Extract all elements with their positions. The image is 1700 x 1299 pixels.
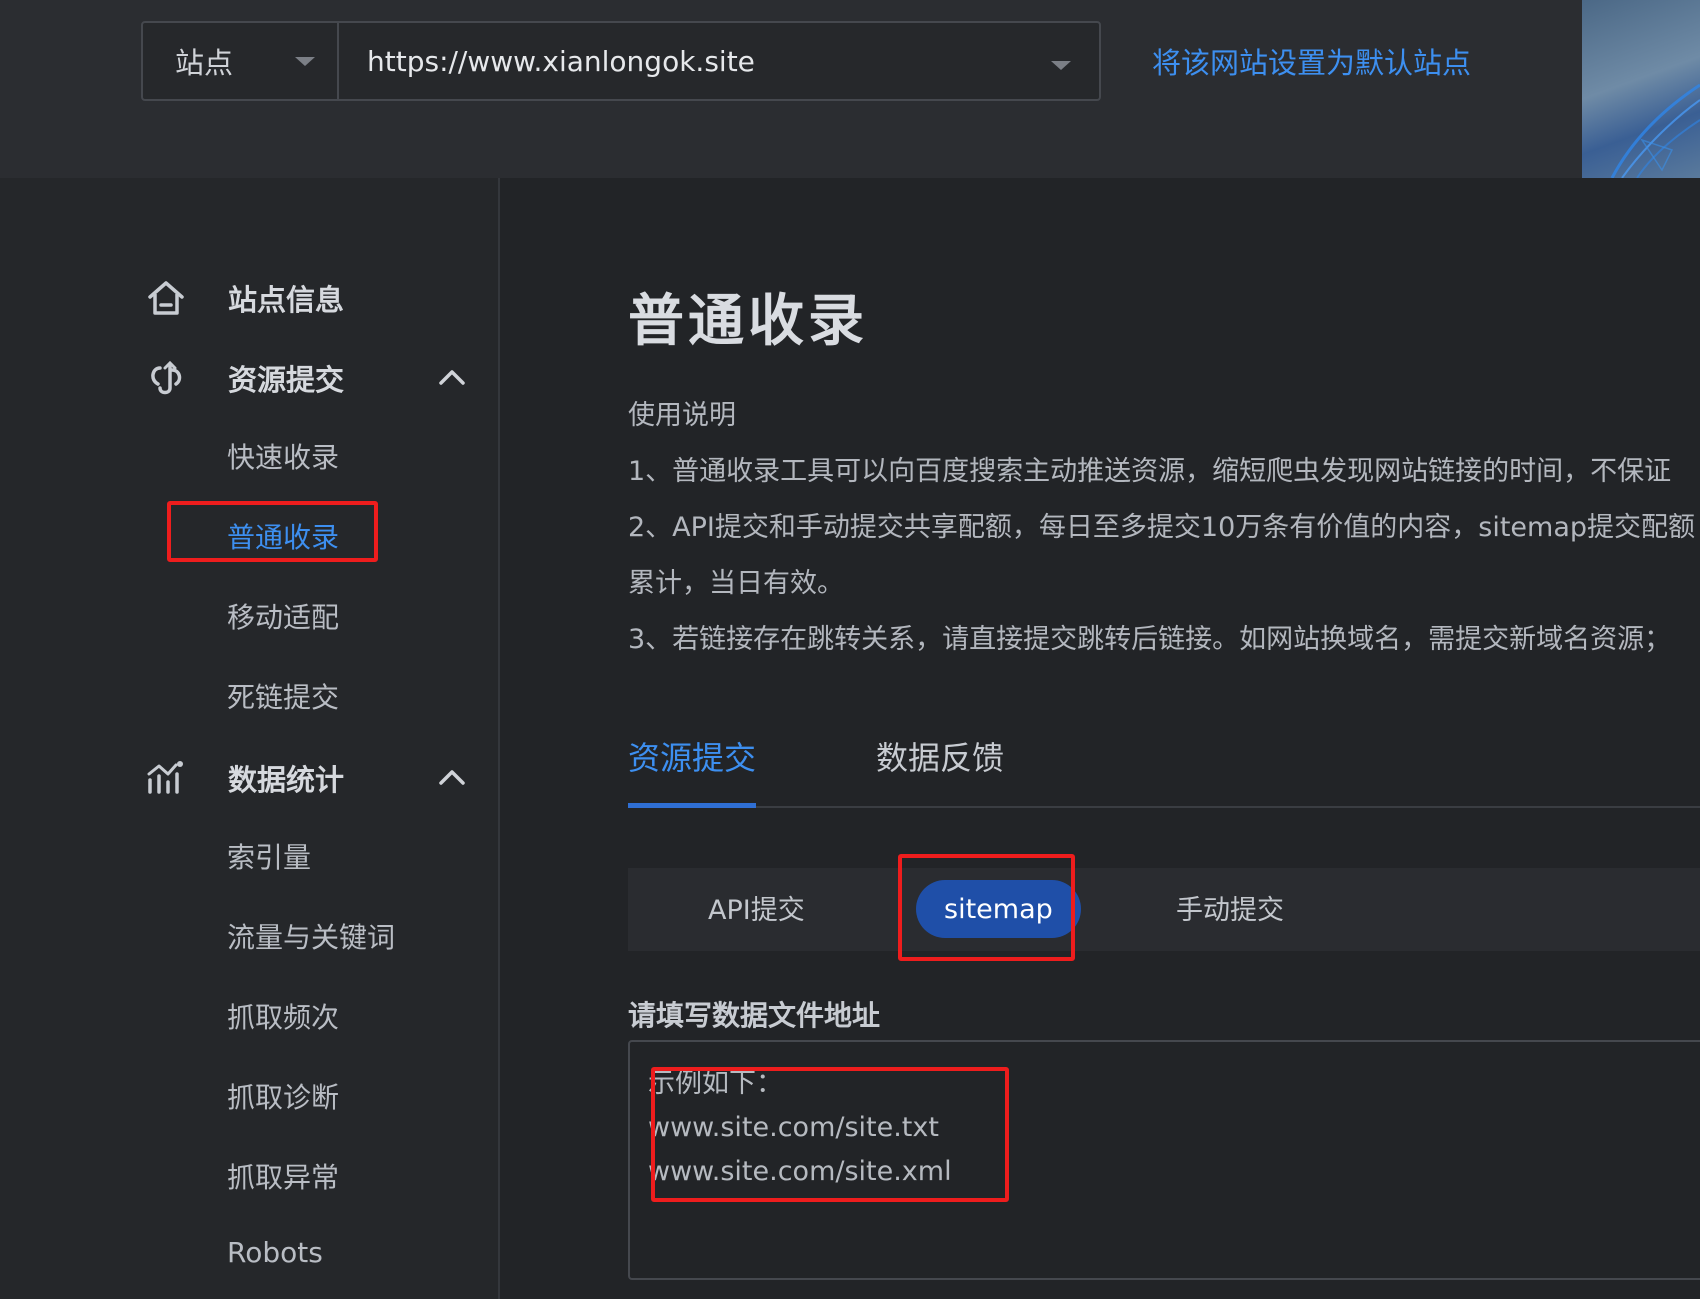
header-decorative-image [1582, 0, 1700, 178]
sidebar-group-resource-submit[interactable]: 资源提交 [146, 353, 466, 403]
data-file-url-textarea[interactable]: 示例如下： www.site.com/site.txt www.site.com… [628, 1040, 1700, 1280]
sidebar-group-label: 数据统计 [228, 763, 345, 797]
sidebar-group-label: 资源提交 [228, 363, 345, 397]
chart-icon [147, 761, 183, 794]
usage-line: 2、API提交和手动提交共享配额，每日至多提交10万条有价值的内容，sitema… [628, 512, 1695, 543]
usage-line: 1、普通收录工具可以向百度搜索主动推送资源，缩短爬虫发现网站链接的时间，不保证 [628, 456, 1672, 487]
sidebar-item-crawl-frequency[interactable]: 抓取频次 [227, 996, 339, 1036]
tab-data-feedback[interactable]: 数据反馈 [876, 733, 1004, 779]
caret-down-icon [295, 57, 315, 66]
tab-bar: 资源提交 数据反馈 [628, 723, 1700, 808]
site-selector: 站点 https://www.xianlongok.site [141, 21, 1101, 101]
usage-instructions: 使用说明 1、普通收录工具可以向百度搜索主动推送资源，缩短爬虫发现网站链接的时间… [628, 388, 1700, 668]
data-file-url-label: 请填写数据文件地址 [628, 999, 881, 1032]
sidebar-item-normal-index[interactable]: 普通收录 [227, 516, 339, 556]
subtab-api-submit[interactable]: API提交 [708, 888, 805, 927]
active-tab-indicator [628, 803, 756, 808]
site-url-dropdown[interactable]: https://www.xianlongok.site [339, 23, 1099, 99]
sidebar-item-traffic-keywords[interactable]: 流量与关键词 [227, 916, 395, 956]
placeholder-line: 示例如下： [648, 1068, 783, 1099]
sidebar-item-mobile-adapt[interactable]: 移动适配 [227, 596, 339, 636]
sidebar-item-index-count[interactable]: 索引量 [227, 836, 311, 876]
submit-method-tabs: API提交 sitemap 手动提交 [628, 868, 1700, 951]
sidebar-group-data-stats[interactable]: 数据统计 [146, 753, 466, 803]
sidebar-item-fast-index[interactable]: 快速收录 [227, 436, 339, 476]
chevron-up-icon[interactable] [438, 765, 466, 789]
tab-resource-submit[interactable]: 资源提交 [628, 733, 756, 779]
usage-line: 3、若链接存在跳转关系，请直接提交跳转后链接。如网站换域名，需提交新域名资源； [628, 624, 1672, 655]
subtab-sitemap[interactable]: sitemap [916, 880, 1081, 938]
top-bar: 站点 https://www.xianlongok.site 将该网站设置为默认… [0, 0, 1700, 178]
usage-line: 累计，当日有效。 [628, 568, 844, 599]
set-default-site-link[interactable]: 将该网站设置为默认站点 [1152, 40, 1471, 82]
subtab-manual-submit[interactable]: 手动提交 [1176, 888, 1284, 927]
site-type-dropdown[interactable]: 站点 [143, 23, 339, 99]
placeholder-line: www.site.com/site.txt [648, 1112, 939, 1143]
chevron-up-icon[interactable] [438, 365, 466, 389]
placeholder-line: www.site.com/site.xml [648, 1156, 952, 1187]
site-url-value: https://www.xianlongok.site [367, 44, 755, 78]
page-title: 普通收录 [628, 289, 868, 354]
home-icon [148, 281, 184, 315]
sidebar: 站点信息 资源提交 快速收录 普通收录 移动适配 死链提交 数据统计 索引量 流… [0, 178, 500, 1299]
sidebar-item-crawl-diagnosis[interactable]: 抓取诊断 [227, 1076, 339, 1116]
sidebar-item-crawl-errors[interactable]: 抓取异常 [227, 1156, 339, 1196]
site-type-label: 站点 [175, 46, 234, 80]
sidebar-group-label: 站点信息 [228, 283, 345, 317]
sidebar-item-dead-link[interactable]: 死链提交 [227, 676, 339, 716]
sidebar-group-site-info[interactable]: 站点信息 [146, 273, 466, 323]
upload-link-icon [151, 360, 182, 395]
usage-title: 使用说明 [628, 400, 736, 431]
main-content: 普通收录 使用说明 1、普通收录工具可以向百度搜索主动推送资源，缩短爬虫发现网站… [502, 178, 1700, 1299]
caret-down-icon [1051, 61, 1071, 70]
sidebar-item-robots[interactable]: Robots [227, 1236, 323, 1269]
